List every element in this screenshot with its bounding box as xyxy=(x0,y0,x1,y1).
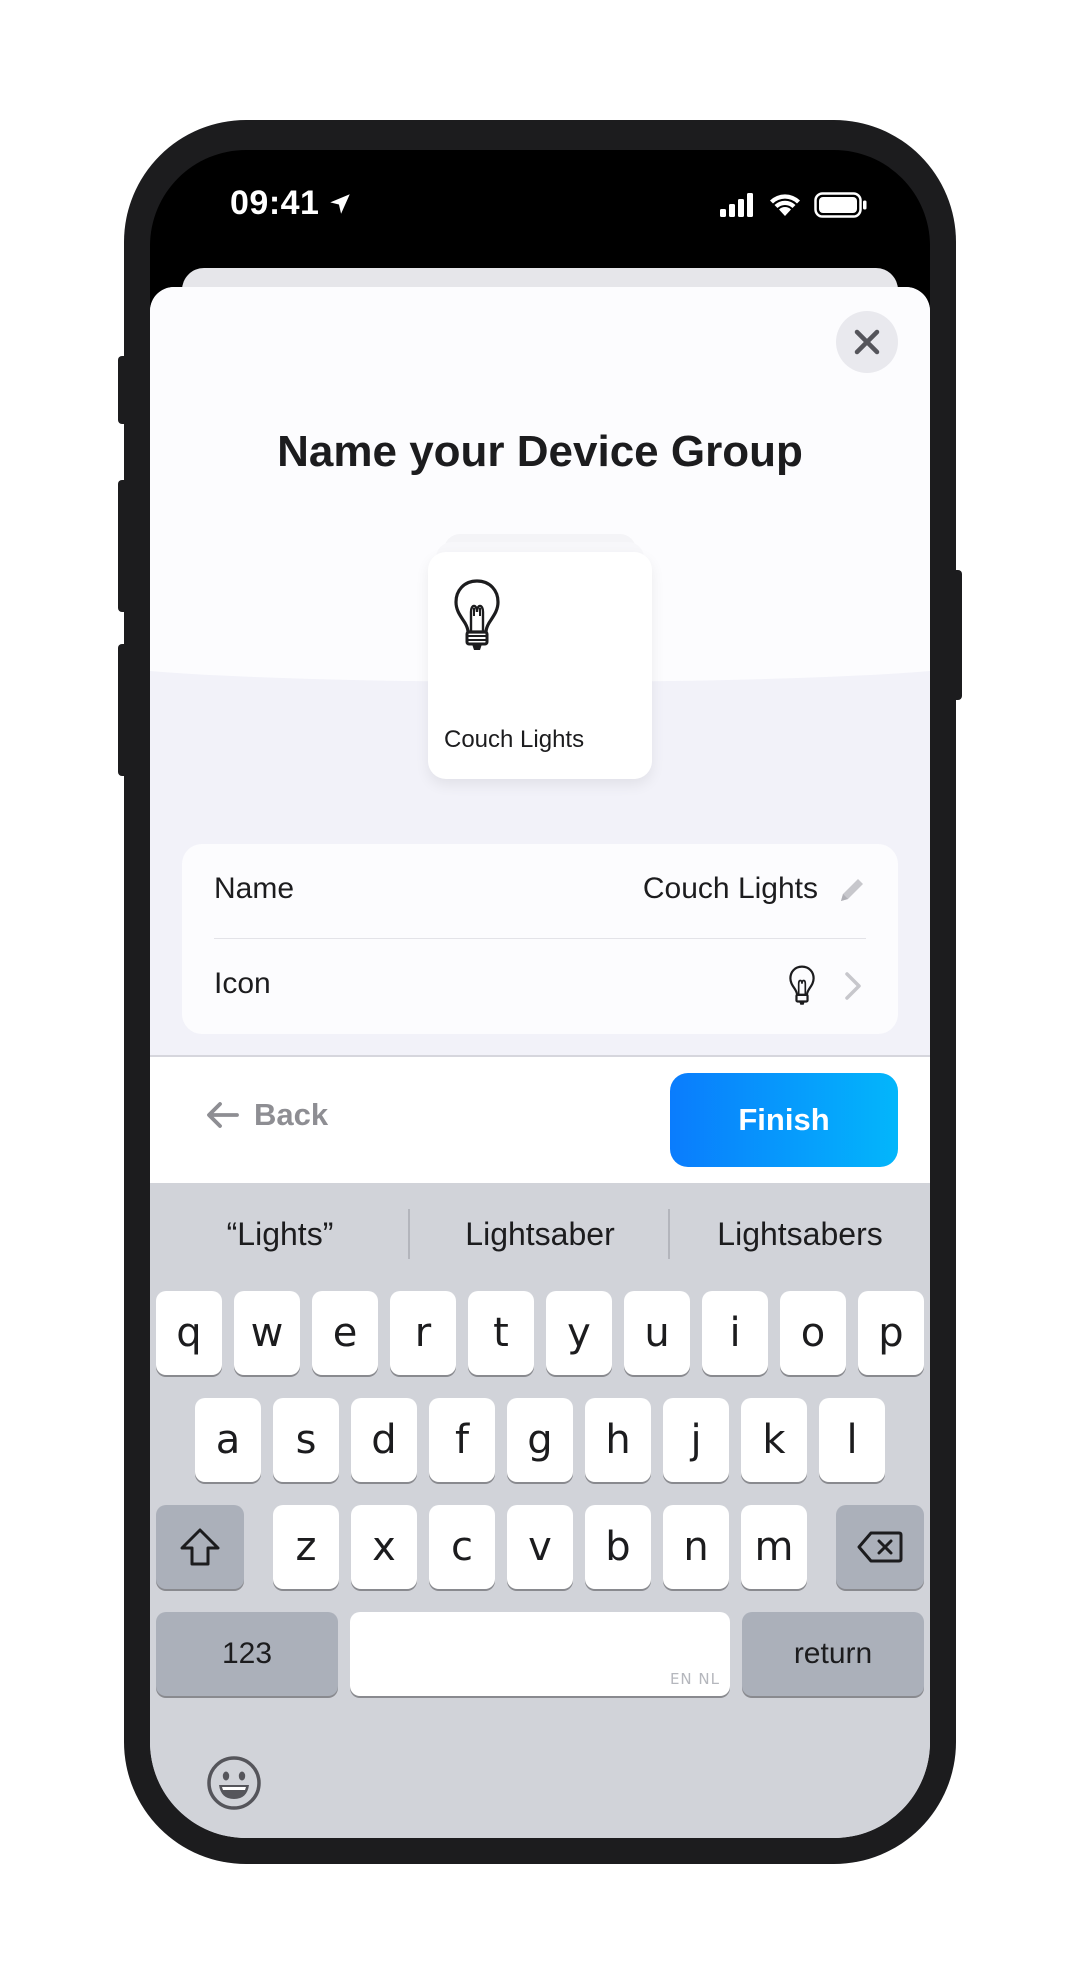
key-y[interactable]: y xyxy=(546,1291,612,1375)
key-n[interactable]: n xyxy=(663,1505,729,1589)
device-group-card-label: Couch Lights xyxy=(444,726,585,753)
status-time: 09:41 xyxy=(230,184,320,222)
device-group-card: Couch Lights xyxy=(428,552,652,779)
key-r[interactable]: r xyxy=(390,1291,456,1375)
key-z[interactable]: z xyxy=(273,1505,339,1589)
back-button-label: Back xyxy=(254,1097,329,1132)
key-s[interactable]: s xyxy=(273,1398,339,1482)
icon-row-label: Icon xyxy=(214,967,271,1000)
light-bulb-icon xyxy=(789,965,815,1005)
sheet-footer: Back Finish xyxy=(150,1055,930,1183)
cellular-signal-icon xyxy=(720,193,753,217)
chevron-right-icon xyxy=(845,972,861,1000)
key-f[interactable]: f xyxy=(429,1398,495,1482)
key-l[interactable]: l xyxy=(819,1398,885,1482)
battery-icon xyxy=(814,192,867,218)
key-x[interactable]: x xyxy=(351,1505,417,1589)
numbers-key[interactable]: 123 xyxy=(156,1612,338,1696)
key-q[interactable]: q xyxy=(156,1291,222,1375)
key-w[interactable]: w xyxy=(234,1291,300,1375)
key-c[interactable]: c xyxy=(429,1505,495,1589)
pencil-icon[interactable] xyxy=(836,874,868,906)
key-e[interactable]: e xyxy=(312,1291,378,1375)
back-button[interactable]: Back xyxy=(206,1097,328,1133)
close-icon xyxy=(854,329,880,355)
keyboard-language-hint: EN NL xyxy=(669,1670,720,1688)
light-bulb-icon xyxy=(454,579,500,650)
predictive-text-bar: “Lights” Lightsaber Lightsabers xyxy=(150,1183,930,1285)
volume-up-button xyxy=(118,480,128,612)
emoji-icon[interactable] xyxy=(206,1755,262,1811)
icon-row[interactable]: Icon xyxy=(182,939,898,1034)
key-i[interactable]: i xyxy=(702,1291,768,1375)
group-settings-list: Name Couch Lights Icon xyxy=(182,844,898,1034)
screen: 09:41 Name your Device Group Couch Light… xyxy=(150,150,930,1838)
suggestion-item[interactable]: Lightsaber xyxy=(410,1183,670,1285)
key-j[interactable]: j xyxy=(663,1398,729,1482)
finish-button[interactable]: Finish xyxy=(670,1073,898,1167)
close-button[interactable] xyxy=(836,311,898,373)
name-row[interactable]: Name Couch Lights xyxy=(182,844,898,939)
status-bar: 09:41 xyxy=(150,150,930,260)
suggestion-item[interactable]: “Lights” xyxy=(150,1183,410,1285)
name-row-label: Name xyxy=(214,872,295,905)
key-v[interactable]: v xyxy=(507,1505,573,1589)
status-time-group: 09:41 xyxy=(230,184,353,223)
arrow-left-icon xyxy=(207,1102,239,1128)
volume-down-button xyxy=(118,644,128,776)
silent-switch xyxy=(118,356,128,424)
wifi-icon xyxy=(770,194,800,216)
key-k[interactable]: k xyxy=(741,1398,807,1482)
shift-arrow-icon xyxy=(180,1528,220,1566)
location-arrow-icon xyxy=(330,193,351,214)
key-a[interactable]: a xyxy=(195,1398,261,1482)
software-keyboard: “Lights” Lightsaber Lightsabers q w e r … xyxy=(150,1183,930,1838)
suggestion-item[interactable]: Lightsabers xyxy=(670,1183,930,1285)
status-indicators xyxy=(720,192,868,218)
delete-key[interactable] xyxy=(836,1505,924,1589)
key-t[interactable]: t xyxy=(468,1291,534,1375)
modal-sheet: Name your Device Group Couch Lights Name xyxy=(150,287,930,1838)
key-b[interactable]: b xyxy=(585,1505,651,1589)
device-group-card-stack: Couch Lights xyxy=(428,534,652,779)
key-m[interactable]: m xyxy=(741,1505,807,1589)
key-p[interactable]: p xyxy=(858,1291,924,1375)
power-button xyxy=(952,570,962,700)
backspace-icon xyxy=(857,1531,903,1563)
return-key[interactable]: return xyxy=(742,1612,924,1696)
page-title: Name your Device Group xyxy=(277,427,803,476)
space-key[interactable]: EN NL xyxy=(350,1612,730,1696)
key-g[interactable]: g xyxy=(507,1398,573,1482)
key-u[interactable]: u xyxy=(624,1291,690,1375)
shift-key[interactable] xyxy=(156,1505,244,1589)
key-d[interactable]: d xyxy=(351,1398,417,1482)
key-h[interactable]: h xyxy=(585,1398,651,1482)
key-o[interactable]: o xyxy=(780,1291,846,1375)
name-input[interactable]: Couch Lights xyxy=(643,872,818,906)
